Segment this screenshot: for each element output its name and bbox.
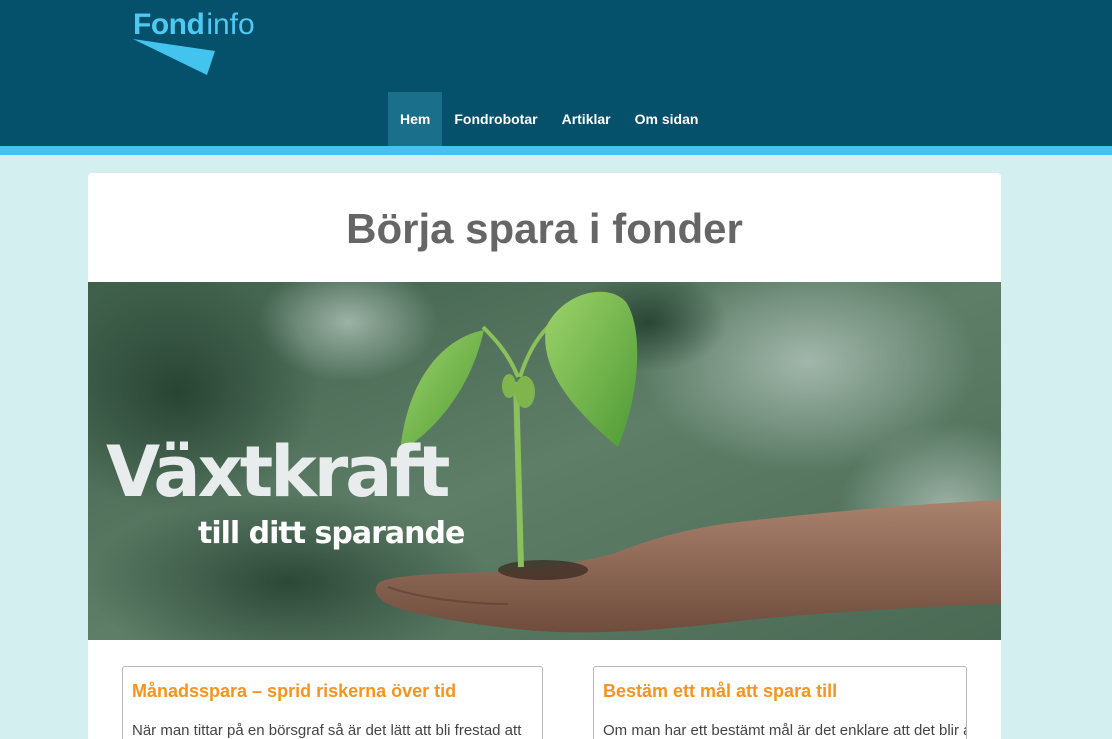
nav-item-label: Fondrobotar	[454, 111, 538, 127]
hero-headline: Växtkraft	[106, 431, 450, 513]
logo-text-info: info	[206, 8, 255, 41]
hero-banner: Växtkraft till ditt sparande	[88, 282, 1001, 640]
header-accent-stripe	[0, 146, 1112, 155]
article-box-title[interactable]: Bestäm ett mål att spara till	[603, 681, 837, 702]
logo-flag-icon	[133, 39, 215, 75]
article-box-saving-goal[interactable]: Bestäm ett mål att spara till Om man har…	[593, 666, 967, 739]
main-navigation: Hem Fondrobotar Artiklar Om sidan	[388, 92, 710, 146]
page-title: Börja spara i fonder	[346, 205, 743, 252]
logo-text-fond: Fond	[133, 8, 205, 41]
nav-item-label: Om sidan	[634, 111, 699, 127]
article-box-text: När man tittar på en börsgraf så är det …	[132, 722, 522, 739]
nav-item-hem[interactable]: Hem	[388, 92, 443, 146]
nav-item-artiklar[interactable]: Artiklar	[550, 92, 623, 146]
article-box-monthly-saving[interactable]: Månadsspara – sprid riskerna över tid Nä…	[122, 666, 543, 739]
site-header: Fondinfo Hem Fondrobotar Artiklar Om sid…	[0, 0, 1112, 146]
main-content-card: Börja spara i fonder Växtkraft till ditt…	[88, 173, 1001, 739]
article-box-text: Om man har ett bestämt mål är det enklar…	[603, 722, 967, 739]
hero-subline: till ditt sparande	[198, 516, 465, 551]
article-box-title[interactable]: Månadsspara – sprid riskerna över tid	[132, 681, 456, 702]
nav-item-label: Artiklar	[561, 111, 611, 127]
nav-item-fondrobotar[interactable]: Fondrobotar	[442, 92, 549, 146]
nav-item-label: Hem	[400, 111, 431, 127]
fondinfo-logo[interactable]: Fondinfo	[133, 6, 283, 75]
nav-item-om-sidan[interactable]: Om sidan	[623, 92, 711, 146]
